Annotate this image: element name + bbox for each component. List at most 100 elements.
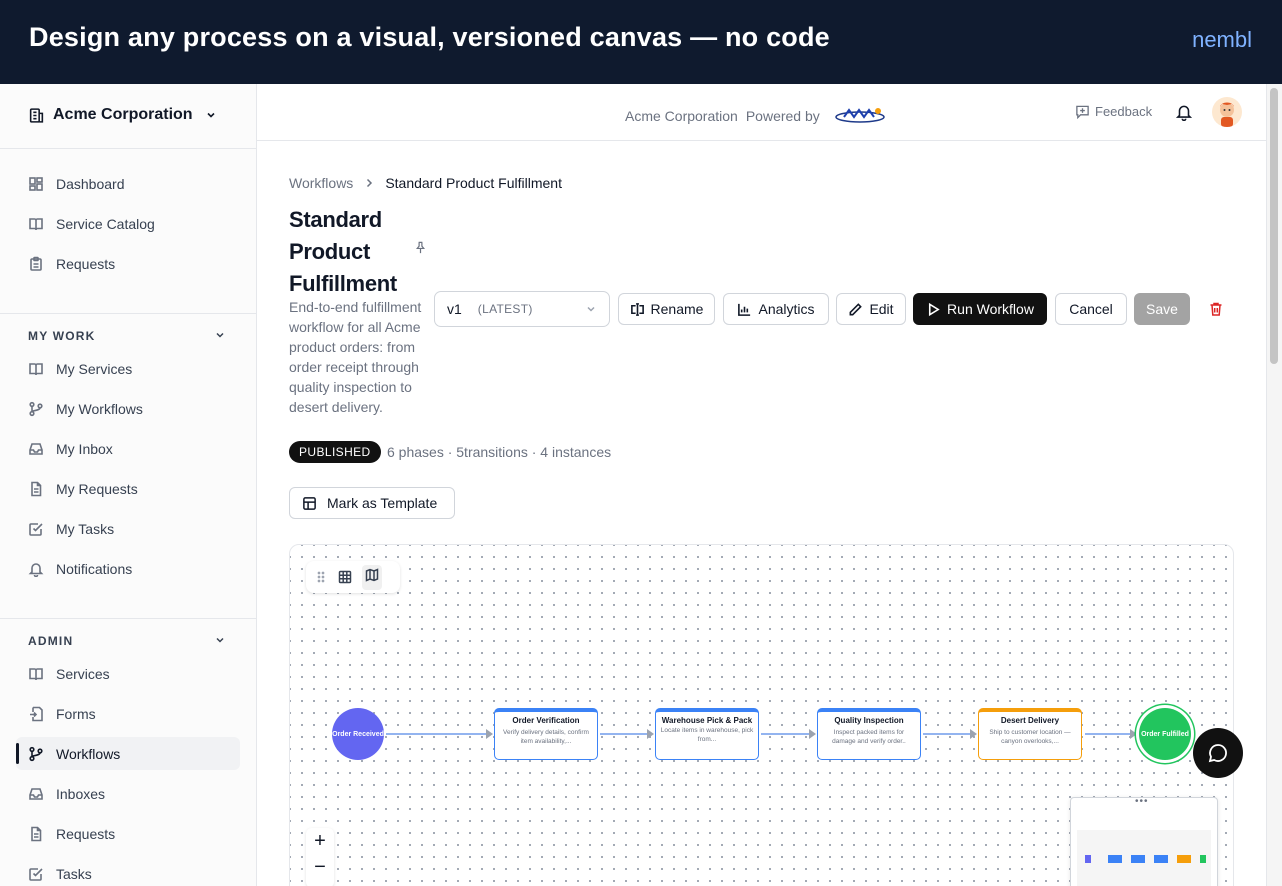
zoom-out-button[interactable]: − <box>306 854 334 880</box>
zoom-in-button[interactable]: + <box>306 828 334 854</box>
breadcrumb-workflows-link[interactable]: Workflows <box>289 175 353 191</box>
notification-bell-icon[interactable] <box>1175 103 1193 121</box>
inbox-icon <box>29 788 43 800</box>
form-icon <box>30 706 43 722</box>
chevron-down-icon[interactable] <box>214 329 226 341</box>
grid-view-icon[interactable] <box>338 570 352 584</box>
mark-as-template-button[interactable]: Mark as Template <box>289 487 455 519</box>
sidebar-item-tasks[interactable]: Tasks <box>28 864 92 884</box>
cancel-button[interactable]: Cancel <box>1055 293 1127 325</box>
sidebar-item-label: My Inbox <box>56 441 113 457</box>
run-workflow-button[interactable]: Run Workflow <box>913 293 1047 325</box>
workflow-icon <box>29 746 43 762</box>
rename-label: Rename <box>650 301 704 317</box>
scrollbar-thumb[interactable] <box>1270 88 1278 364</box>
status-badge: PUBLISHED <box>289 441 381 463</box>
map-view-toggle[interactable] <box>362 564 382 590</box>
trash-icon[interactable] <box>1208 301 1224 317</box>
rename-icon <box>630 302 644 316</box>
sidebar-item-label: Services <box>56 666 110 682</box>
phase-node-quality-inspection[interactable]: Quality Inspection Inspect packed items … <box>817 708 921 760</box>
document-icon <box>31 481 42 497</box>
sidebar-item-my-tasks[interactable]: My Tasks <box>28 519 114 539</box>
sidebar-item-services[interactable]: Services <box>28 664 110 684</box>
minimap-node <box>1108 855 1122 863</box>
divider <box>0 313 256 314</box>
transition-edge[interactable] <box>1085 729 1137 739</box>
start-node[interactable]: Order Received <box>332 708 384 760</box>
sidebar-item-dashboard[interactable]: Dashboard <box>28 174 125 194</box>
phase-description: Ship to customer location — canyon overl… <box>989 729 1071 745</box>
sidebar-item-requests[interactable]: Requests <box>28 254 115 274</box>
phase-node-warehouse-pick-pack[interactable]: Warehouse Pick & Pack Locate items in wa… <box>655 708 759 760</box>
avatar-icon <box>1220 102 1234 127</box>
canvas-minimap[interactable]: ••• <box>1070 796 1218 886</box>
rename-button[interactable]: Rename <box>618 293 715 325</box>
bell-icon <box>28 563 44 577</box>
drag-handle-icon[interactable] <box>314 570 328 584</box>
sidebar-item-my-workflows[interactable]: My Workflows <box>28 399 143 419</box>
chat-bubble-icon <box>1208 744 1227 763</box>
promo-banner: Design any process on a visual, versione… <box>0 0 1282 84</box>
edit-button[interactable]: Edit <box>836 293 906 325</box>
sidebar-item-inboxes[interactable]: Inboxes <box>28 784 105 804</box>
analytics-button[interactable]: Analytics <box>723 293 829 325</box>
minimap-node <box>1154 855 1168 863</box>
minimap-node <box>1177 855 1191 863</box>
sidebar-item-label: Inboxes <box>56 786 106 802</box>
edit-label: Edit <box>869 301 894 317</box>
workflow-canvas[interactable]: Order Received Order Verification Verify… <box>289 544 1234 886</box>
chevron-down-icon <box>587 306 595 312</box>
phase-node-desert-delivery[interactable]: Desert Delivery Ship to customer locatio… <box>978 708 1082 760</box>
checkbox-icon <box>29 523 43 536</box>
feedback-icon <box>1076 105 1089 119</box>
phase-description: Inspect packed items for damage and veri… <box>832 729 906 745</box>
transition-edge[interactable] <box>761 729 816 739</box>
mark-as-template-label: Mark as Template <box>327 495 438 511</box>
transition-edge[interactable] <box>600 729 654 739</box>
sidebar-item-label: Notifications <box>56 561 133 577</box>
feedback-button[interactable]: Feedback <box>1075 104 1152 119</box>
chat-launcher-button[interactable] <box>1193 728 1243 778</box>
transition-edge[interactable] <box>923 729 977 739</box>
cancel-label: Cancel <box>1069 301 1113 317</box>
chevron-down-icon[interactable] <box>214 634 226 646</box>
save-button[interactable]: Save <box>1134 293 1190 325</box>
feedback-label: Feedback <box>1095 104 1153 119</box>
sidebar-item-forms[interactable]: Forms <box>28 704 96 724</box>
document-icon <box>31 826 42 842</box>
phase-title: Quality Inspection <box>834 716 904 725</box>
minimap-drag-handle[interactable]: ••• <box>1135 796 1149 807</box>
org-switcher[interactable]: Acme Corporation <box>28 106 217 124</box>
page-title: Standard Product Fulfillment <box>289 207 397 296</box>
dashboard-icon <box>29 177 43 191</box>
sidebar: Acme Corporation Dashboard Service Catal… <box>0 84 257 886</box>
chevron-down-icon <box>207 112 215 118</box>
sidebar-item-workflows[interactable]: Workflows <box>28 744 120 764</box>
sidebar-item-label: Workflows <box>56 746 121 762</box>
checkbox-icon <box>29 868 43 881</box>
play-icon <box>929 302 940 316</box>
sidebar-item-my-services[interactable]: My Services <box>28 359 132 379</box>
book-icon <box>29 363 43 376</box>
sidebar-item-service-catalog[interactable]: Service Catalog <box>28 214 155 234</box>
transition-edge[interactable] <box>386 729 493 739</box>
phase-title: Order Verification <box>512 716 580 725</box>
phase-title: Desert Delivery <box>1000 716 1060 725</box>
top-bar: Acme Corporation Powered by Feedback <box>257 84 1267 141</box>
book-icon <box>29 218 43 231</box>
user-avatar[interactable] <box>1212 97 1242 127</box>
sidebar-item-admin-requests[interactable]: Requests <box>28 824 115 844</box>
sidebar-item-label: My Services <box>56 361 133 377</box>
pin-icon[interactable] <box>414 241 427 254</box>
sidebar-item-label: Tasks <box>56 866 92 882</box>
phase-node-order-verification[interactable]: Order Verification Verify delivery detai… <box>494 708 598 760</box>
minimap-node <box>1200 855 1206 863</box>
sidebar-item-my-requests[interactable]: My Requests <box>28 479 138 499</box>
building-icon <box>29 107 44 123</box>
sidebar-item-notifications[interactable]: Notifications <box>28 559 132 579</box>
sidebar-item-my-inbox[interactable]: My Inbox <box>28 439 113 459</box>
end-node[interactable]: Order Fulfilled <box>1139 708 1191 760</box>
version-select[interactable]: v1 (LATEST) <box>434 291 610 327</box>
template-icon <box>303 496 316 510</box>
